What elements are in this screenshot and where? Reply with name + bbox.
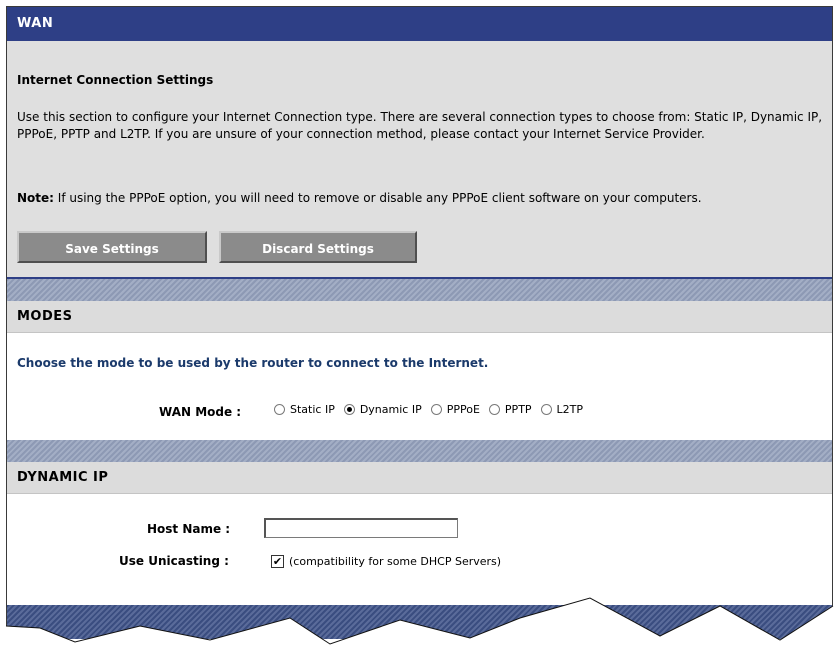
connection-description: Use this section to configure your Inter…	[17, 110, 823, 141]
mode-instruction: Choose the mode to be used by the router…	[17, 356, 489, 370]
radio-label-l2tp: L2TP	[556, 403, 584, 416]
wan-mode-label: WAN Mode :	[159, 405, 242, 419]
radio-pptp[interactable]	[488, 404, 500, 415]
save-settings-button[interactable]: Save Settings	[17, 231, 207, 263]
use-unicasting-checkbox[interactable]: ✔	[271, 555, 284, 568]
wan-settings-window: WAN Internet Connection Settings Use thi…	[6, 6, 833, 646]
radio-l2tp[interactable]	[540, 404, 552, 415]
section-divider	[7, 279, 832, 301]
radio-label-pptp: PPTP	[504, 403, 532, 416]
radio-label-static-ip: Static IP	[290, 403, 335, 416]
pppoe-note: Note: If using the PPPoE option, you wil…	[17, 191, 702, 205]
use-unicasting-label: Use Unicasting :	[119, 554, 229, 568]
modes-section-title: MODES	[7, 301, 832, 333]
radio-label-pppoe: PPPoE	[446, 403, 480, 416]
radio-pppoe[interactable]	[430, 404, 442, 415]
section-divider	[7, 440, 832, 462]
wan-panel: Internet Connection Settings Use this se…	[7, 41, 832, 279]
unicasting-compatibility-note: (compatibility for some DHCP Servers)	[289, 555, 502, 568]
note-label: Note:	[17, 191, 54, 205]
discard-settings-button[interactable]: Discard Settings	[219, 231, 417, 263]
dynamic-ip-section-title: DYNAMIC IP	[7, 462, 832, 494]
dynamic-ip-section: Host Name : Use Unicasting : ✔ (compatib…	[7, 495, 832, 605]
checkmark-icon: ✔	[272, 555, 283, 568]
wan-header: WAN	[7, 7, 832, 41]
radio-static-ip[interactable]	[274, 404, 285, 415]
modes-section: Choose the mode to be used by the router…	[7, 334, 832, 440]
wan-mode-options: Static IP Dynamic IP PPPoE PPTP L2TP	[274, 403, 592, 416]
internet-connection-settings-title: Internet Connection Settings	[17, 73, 214, 87]
radio-label-dynamic-ip: Dynamic IP	[359, 403, 422, 416]
radio-dynamic-ip[interactable]	[343, 404, 355, 415]
torn-edge	[0, 597, 840, 656]
note-text: If using the PPPoE option, you will need…	[53, 191, 702, 205]
host-name-input[interactable]	[264, 518, 458, 538]
host-name-label: Host Name :	[147, 522, 231, 536]
